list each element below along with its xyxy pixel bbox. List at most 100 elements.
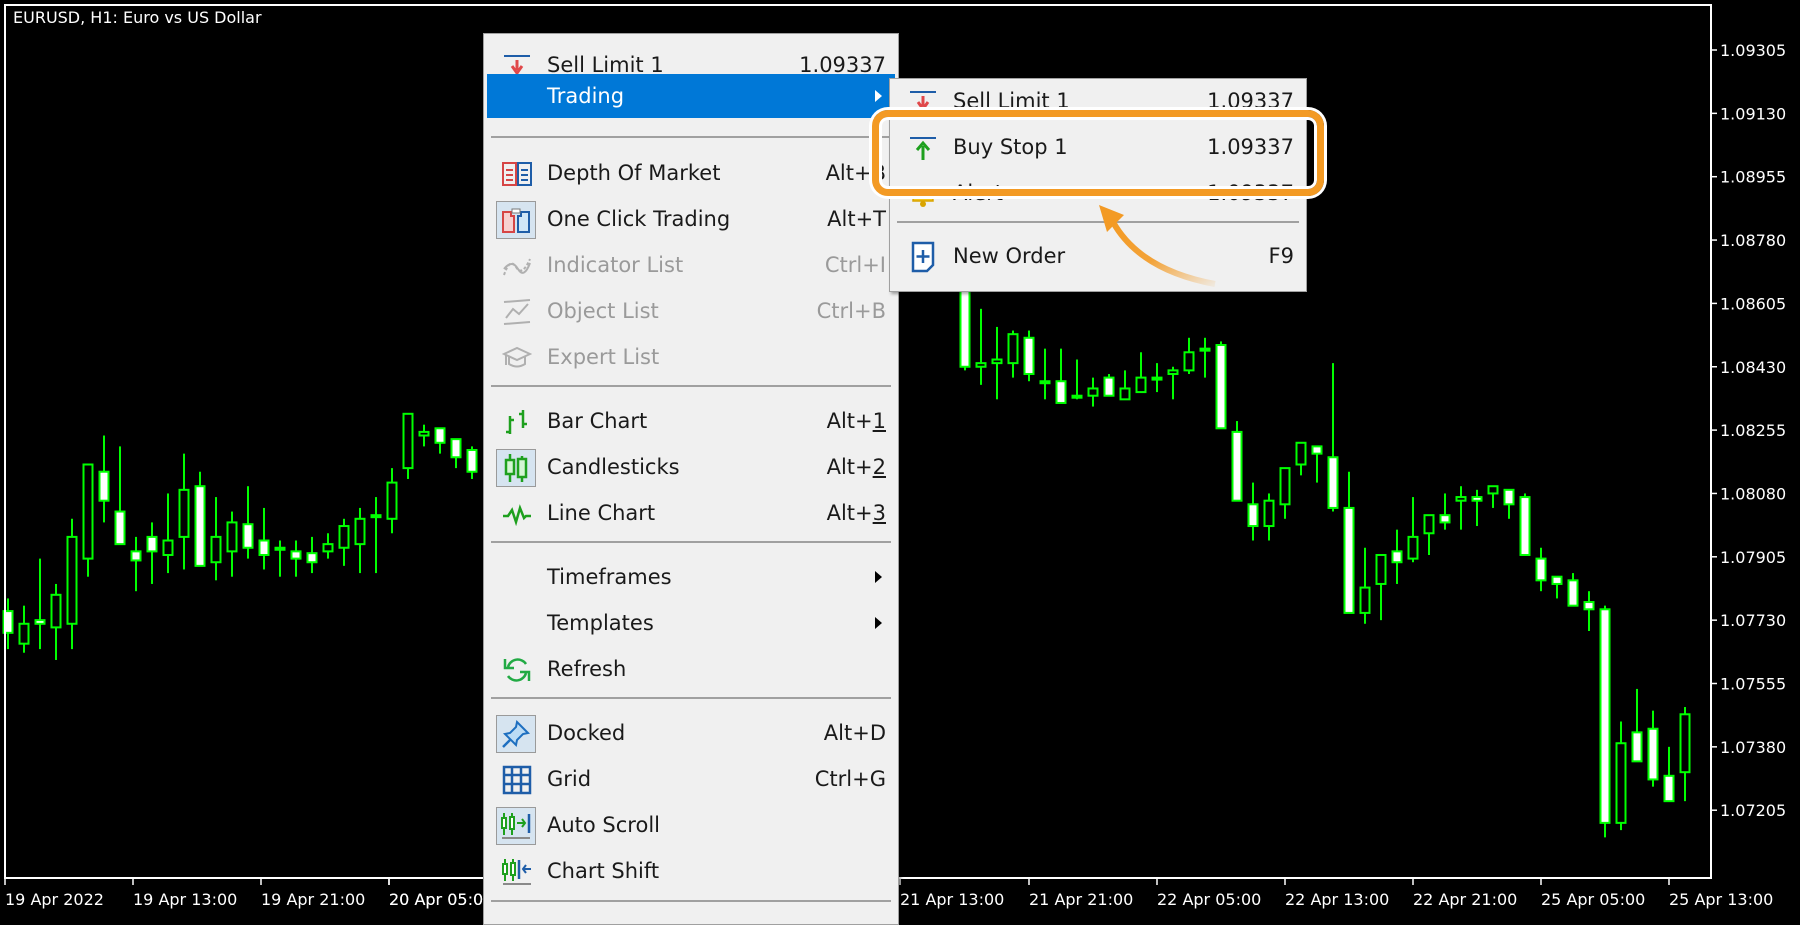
new-order-icon bbox=[905, 241, 941, 273]
candle-body-bear bbox=[434, 427, 446, 444]
candle-body-bull bbox=[322, 543, 334, 553]
candle bbox=[242, 486, 254, 559]
candle bbox=[82, 463, 94, 577]
menu-item-label: Templates bbox=[547, 611, 654, 635]
candle-body-bull bbox=[178, 488, 190, 538]
candle-body-bull bbox=[1279, 467, 1291, 506]
x-tick-label: 25 Apr 05:00 bbox=[1541, 890, 1645, 909]
chart-title: EURUSD, H1: Euro vs US Dollar bbox=[13, 8, 262, 27]
y-tick-label: 1.07380 bbox=[1720, 738, 1786, 757]
candle-body-bull bbox=[1135, 376, 1147, 394]
candle bbox=[1583, 591, 1595, 632]
candle bbox=[146, 522, 158, 584]
menu-item-expert-list[interactable]: Expert List bbox=[487, 335, 895, 379]
candle-body-bull bbox=[226, 521, 238, 553]
y-tick-label: 1.08605 bbox=[1720, 294, 1786, 313]
candle bbox=[975, 308, 987, 385]
menu-item-docked[interactable]: Docked Alt+D bbox=[487, 711, 895, 755]
submenu-arrow-icon bbox=[875, 90, 882, 102]
menu-item-label: Indicator List bbox=[547, 253, 684, 277]
candle-body-bull bbox=[1119, 387, 1131, 401]
candle bbox=[1071, 359, 1083, 400]
menu-item-timeframes[interactable]: Timeframes bbox=[487, 555, 895, 599]
menu-item-auto-scroll[interactable]: Auto Scroll bbox=[487, 803, 895, 847]
candle bbox=[450, 438, 462, 469]
menu-item-one-click-trading[interactable]: One Click Trading Alt+T bbox=[487, 197, 895, 241]
candle-body-bull bbox=[1375, 553, 1387, 585]
menu-item-line-chart[interactable]: Line Chart Alt+3 bbox=[487, 491, 895, 535]
line-chart-icon bbox=[499, 498, 535, 530]
menu-separator bbox=[491, 541, 891, 543]
menu-item-label: Object List bbox=[547, 299, 659, 323]
menu-item-refresh[interactable]: Refresh bbox=[487, 647, 895, 691]
candle bbox=[130, 536, 142, 592]
candle-body-bull bbox=[1295, 441, 1307, 466]
menu-item-templates[interactable]: Templates bbox=[487, 601, 895, 645]
candle-body-bull bbox=[18, 622, 30, 645]
candle bbox=[1423, 514, 1435, 555]
candle bbox=[290, 540, 302, 577]
candle-body-bull bbox=[1359, 586, 1371, 614]
candle-body-bear bbox=[1327, 456, 1339, 509]
candle-body-bull bbox=[1455, 496, 1467, 502]
candle bbox=[34, 558, 46, 650]
candle-body-bull bbox=[386, 481, 398, 520]
menu-item-bar-chart[interactable]: Bar Chart Alt+1 bbox=[487, 399, 895, 443]
submenu-arrow-icon bbox=[875, 617, 882, 629]
candle-body-bull bbox=[1263, 499, 1275, 528]
menu-item-object-list[interactable]: Object List Ctrl+B bbox=[487, 289, 895, 333]
submenu-item-new-order[interactable]: New Order F9 bbox=[893, 234, 1303, 278]
menu-item-grid[interactable]: Grid Ctrl+G bbox=[487, 757, 895, 801]
menu-item-trading[interactable]: Trading bbox=[487, 74, 895, 118]
candle-body-bear bbox=[114, 510, 126, 546]
candle bbox=[274, 540, 286, 577]
menu-item-label: One Click Trading bbox=[547, 207, 731, 231]
y-tick-label: 1.07905 bbox=[1720, 548, 1786, 567]
menu-item-label: Chart Shift bbox=[547, 859, 660, 883]
candle bbox=[1007, 330, 1019, 378]
candle bbox=[210, 497, 222, 581]
candle bbox=[1039, 348, 1051, 400]
candle bbox=[226, 511, 238, 577]
candle-body-bull bbox=[354, 517, 366, 546]
menu-item-candlesticks[interactable]: Candlesticks Alt+2 bbox=[487, 445, 895, 489]
candle bbox=[1103, 373, 1115, 397]
menu-separator bbox=[491, 900, 891, 902]
candle bbox=[386, 468, 398, 534]
shortcut-key: 2 bbox=[872, 455, 886, 479]
candle-body-bear bbox=[1103, 376, 1115, 397]
menu-item-indicator-list[interactable]: Indicator List Ctrl+I bbox=[487, 243, 895, 287]
candle bbox=[162, 493, 174, 574]
candle bbox=[1455, 486, 1467, 530]
menu-item-shortcut: Alt+2 bbox=[827, 455, 886, 479]
candle-body-bull bbox=[1183, 351, 1195, 372]
candle-body-bull bbox=[1007, 333, 1019, 365]
menu-item-chart-shift[interactable]: Chart Shift bbox=[487, 849, 895, 893]
menu-item-shortcut: Ctrl+I bbox=[824, 253, 886, 277]
candle-body-bull bbox=[162, 539, 174, 556]
candle-body-bear bbox=[1471, 496, 1483, 502]
candle bbox=[1679, 707, 1691, 802]
candle bbox=[1359, 547, 1371, 624]
indicator-list-icon bbox=[499, 250, 535, 282]
bar-chart-icon bbox=[499, 406, 535, 438]
candle bbox=[50, 583, 62, 660]
candle bbox=[1135, 352, 1147, 394]
candle bbox=[991, 326, 1003, 400]
menu-item-depth-of-market[interactable]: Depth Of Market Alt+B bbox=[487, 151, 895, 195]
candle-body-bear bbox=[1663, 774, 1675, 803]
candle-body-bear bbox=[1551, 575, 1563, 585]
candle-body-bull bbox=[1199, 347, 1211, 352]
candle bbox=[258, 507, 270, 570]
candle-body-bear bbox=[450, 438, 462, 459]
auto-scroll-icon bbox=[496, 807, 536, 845]
candle bbox=[98, 435, 110, 523]
menu-item-label: Trading bbox=[547, 84, 625, 108]
candle-body-bear bbox=[1567, 579, 1579, 607]
menu-item-shortcut: Ctrl+B bbox=[816, 299, 886, 323]
y-tick-label: 1.08955 bbox=[1720, 168, 1786, 187]
menu-item-label: Grid bbox=[547, 767, 592, 791]
menu-item-label: New Order bbox=[953, 244, 1066, 268]
candle-body-bull bbox=[370, 514, 382, 519]
candle-body-bear bbox=[1311, 445, 1323, 455]
